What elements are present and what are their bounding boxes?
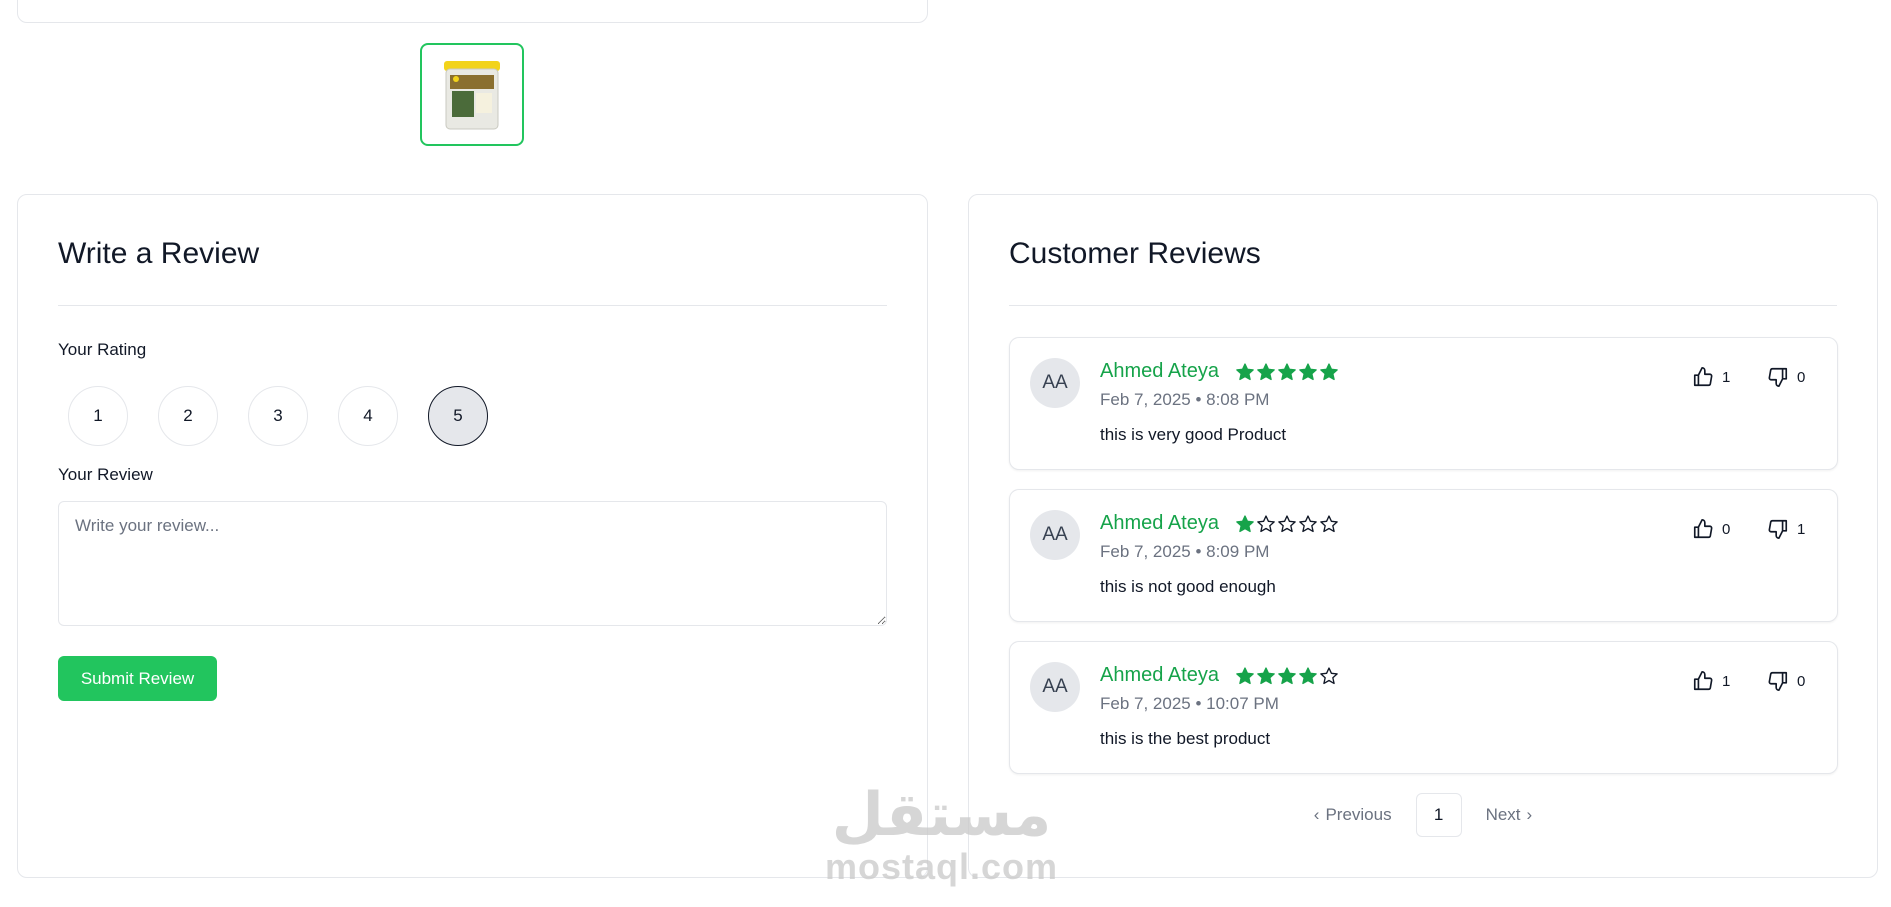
thumbs-down-icon (1768, 519, 1788, 539)
rating-option-5[interactable]: 5 (428, 386, 488, 446)
review-textarea[interactable] (58, 501, 887, 626)
star-filled-icon (1257, 667, 1275, 685)
thumbs-up-icon (1693, 671, 1713, 691)
thumbs-up-icon (1693, 367, 1713, 387)
avatar: AA (1030, 510, 1080, 560)
previous-page-button[interactable]: ‹ Previous (1314, 805, 1392, 825)
like-count: 0 (1722, 520, 1731, 538)
star-filled-icon (1320, 363, 1338, 381)
star-empty-icon (1320, 515, 1338, 533)
rating-option-3[interactable]: 3 (248, 386, 308, 446)
page-number-button[interactable]: 1 (1415, 793, 1462, 837)
star-empty-icon (1299, 515, 1317, 533)
review-card: AA Ahmed Ateya Feb 7, 2025 • 10:07 PM th… (1009, 641, 1838, 774)
dislike-count: 1 (1797, 520, 1806, 538)
dislike-button[interactable]: 0 (1767, 366, 1805, 388)
review-card: AA Ahmed Ateya Feb 7, 2025 • 8:08 PM thi… (1009, 337, 1838, 470)
like-button[interactable]: 1 (1692, 366, 1730, 388)
submit-review-button[interactable]: Submit Review (58, 656, 217, 701)
star-empty-icon (1320, 667, 1338, 685)
dislike-count: 0 (1797, 368, 1806, 386)
write-review-divider (58, 305, 887, 306)
thumbs-down-icon (1768, 367, 1788, 387)
rating-selector: 1 2 3 4 5 (68, 386, 488, 446)
next-label: Next (1485, 805, 1521, 824)
write-review-card: Write a Review Your Rating 1 2 3 4 5 You… (17, 194, 928, 878)
star-empty-icon (1278, 515, 1296, 533)
rating-option-2[interactable]: 2 (158, 386, 218, 446)
like-button[interactable]: 0 (1692, 518, 1730, 540)
review-date: Feb 7, 2025 • 8:09 PM (1100, 542, 1270, 561)
previous-label: Previous (1325, 805, 1392, 824)
product-details-card (17, 0, 928, 23)
review-text: this is not good enough (1100, 577, 1276, 596)
dislike-count: 0 (1797, 672, 1806, 690)
avatar: AA (1030, 662, 1080, 712)
star-filled-icon (1236, 667, 1254, 685)
like-button[interactable]: 1 (1692, 670, 1730, 692)
dislike-button[interactable]: 1 (1767, 518, 1805, 540)
star-rating (1235, 514, 1339, 534)
customer-reviews-card: Customer Reviews AA Ahmed Ateya Feb 7, 2… (968, 194, 1878, 878)
next-page-button[interactable]: Next › (1486, 805, 1533, 825)
review-text: this is the best product (1100, 729, 1271, 748)
reviewer-name: Ahmed Ateya (1100, 360, 1219, 382)
product-package-image (444, 60, 500, 129)
review-label: Your Review (58, 465, 153, 484)
star-filled-icon (1257, 363, 1275, 381)
star-filled-icon (1278, 363, 1296, 381)
dislike-button[interactable]: 0 (1767, 670, 1805, 692)
chevron-right-icon: › (1526, 805, 1533, 824)
review-text: this is very good Product (1100, 425, 1287, 444)
star-filled-icon (1236, 515, 1254, 533)
thumbs-down-icon (1768, 671, 1788, 691)
star-filled-icon (1299, 363, 1317, 381)
like-count: 1 (1722, 672, 1731, 690)
reviewer-name: Ahmed Ateya (1100, 664, 1219, 686)
reviewer-name: Ahmed Ateya (1100, 512, 1219, 534)
thumbs-up-icon (1693, 519, 1713, 539)
product-thumbnail[interactable] (420, 43, 524, 146)
star-rating (1235, 362, 1339, 382)
star-rating (1235, 666, 1339, 686)
review-date: Feb 7, 2025 • 10:07 PM (1100, 694, 1279, 713)
review-date: Feb 7, 2025 • 8:08 PM (1100, 390, 1270, 409)
customer-reviews-title: Customer Reviews (1009, 237, 1261, 270)
rating-label: Your Rating (58, 340, 147, 359)
star-filled-icon (1299, 667, 1317, 685)
chevron-left-icon: ‹ (1313, 805, 1320, 824)
write-review-title: Write a Review (58, 237, 260, 270)
star-filled-icon (1236, 363, 1254, 381)
review-card: AA Ahmed Ateya Feb 7, 2025 • 8:09 PM thi… (1009, 489, 1838, 622)
avatar: AA (1030, 358, 1080, 408)
rating-option-1[interactable]: 1 (68, 386, 128, 446)
like-count: 1 (1722, 368, 1731, 386)
star-empty-icon (1257, 515, 1275, 533)
pagination: ‹ Previous 1 Next › (969, 793, 1877, 837)
star-filled-icon (1278, 667, 1296, 685)
rating-option-4[interactable]: 4 (338, 386, 398, 446)
customer-reviews-divider (1009, 305, 1837, 306)
